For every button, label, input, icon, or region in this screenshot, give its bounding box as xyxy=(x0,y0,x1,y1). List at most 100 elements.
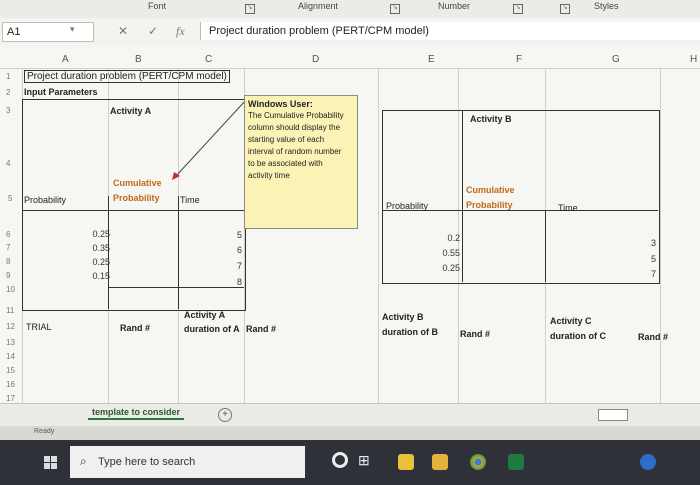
time-a-header[interactable]: Time xyxy=(180,195,200,205)
prob-a-4[interactable]: 0.15 xyxy=(60,271,110,281)
column-header-d[interactable]: D xyxy=(312,54,319,65)
activity-a-label[interactable]: Activity A xyxy=(110,106,151,116)
windows-start-icon[interactable] xyxy=(44,456,58,470)
chrome-icon[interactable] xyxy=(470,454,486,470)
enter-icon[interactable]: ✓ xyxy=(148,24,158,38)
help-icon[interactable] xyxy=(640,454,656,470)
activity-a-duration-header-2[interactable]: duration of A xyxy=(184,324,240,334)
horizontal-scrollbar[interactable] xyxy=(598,409,628,421)
comment-title: Windows User: xyxy=(248,99,313,109)
activity-c-duration-header[interactable]: Activity C xyxy=(550,316,592,326)
cortana-icon[interactable] xyxy=(332,452,348,468)
formula-input[interactable]: Project duration problem (PERT/CPM model… xyxy=(200,22,700,40)
row-header-14[interactable]: 14 xyxy=(6,352,15,361)
activity-a-duration-header[interactable]: Activity A xyxy=(184,310,225,320)
activity-b-duration-header-2[interactable]: duration of B xyxy=(382,327,438,337)
taskbar-search[interactable]: ⌕ Type here to search xyxy=(70,446,305,478)
cumulative-b-header-2[interactable]: Probability xyxy=(466,200,513,210)
task-view-icon[interactable]: ⊞ xyxy=(358,452,370,469)
rand-header-4[interactable]: Rand # xyxy=(638,332,668,342)
row-header-15[interactable]: 15 xyxy=(6,366,15,375)
name-box[interactable]: A1 xyxy=(2,22,94,42)
comment-arrow xyxy=(172,99,247,180)
rand-header-3[interactable]: Rand # xyxy=(460,329,490,339)
sheet-tab-bar: template to consider + Ready xyxy=(0,403,700,435)
probability-b-header[interactable]: Probability xyxy=(386,201,428,211)
title-cell[interactable]: Project duration problem (PERT/CPM model… xyxy=(24,70,230,83)
column-header-e[interactable]: E xyxy=(428,54,435,65)
row-header-13[interactable]: 13 xyxy=(6,338,15,347)
number-dialog-launcher-icon[interactable]: ↘ xyxy=(513,4,523,14)
row-header-5[interactable]: 5 xyxy=(8,194,12,203)
search-placeholder: Type here to search xyxy=(98,456,196,468)
prob-a-1[interactable]: 0.25 xyxy=(60,229,110,239)
time-a-1[interactable]: 5 xyxy=(200,230,242,240)
activity-c-duration-header-2[interactable]: duration of C xyxy=(550,331,606,341)
row-header-9[interactable]: 9 xyxy=(6,271,10,280)
prob-b-1[interactable]: 0.2 xyxy=(410,233,460,243)
excel-icon[interactable] xyxy=(508,454,524,470)
alignment-dialog-launcher-icon[interactable]: ↘ xyxy=(390,4,400,14)
column-header-b[interactable]: B xyxy=(135,54,142,65)
column-header-a[interactable]: A xyxy=(62,54,69,65)
column-header-g[interactable]: G xyxy=(612,54,620,65)
row-header-4[interactable]: 4 xyxy=(6,159,10,168)
ribbon: Font ↘ Alignment ↘ Number ↘ ↘ Styles xyxy=(0,0,700,19)
time-b-header[interactable]: Time xyxy=(558,203,578,213)
comment-line-1: The Cumulative Probability xyxy=(248,111,344,120)
row-header-1[interactable]: 1 xyxy=(6,72,10,81)
cumulative-b-header[interactable]: Cumulative xyxy=(466,185,515,195)
ribbon-font-label: Font xyxy=(148,1,167,11)
activity-b-duration-header[interactable]: Activity B xyxy=(382,312,424,322)
activity-b-label[interactable]: Activity B xyxy=(470,114,512,124)
cumulative-a-header[interactable]: Cumulative xyxy=(113,178,162,188)
row-header-10[interactable]: 10 xyxy=(6,285,15,294)
comment-line-4: interval of random number xyxy=(248,147,342,156)
row-header-11[interactable]: 11 xyxy=(6,306,14,315)
time-a-3[interactable]: 7 xyxy=(200,261,242,271)
ribbon-number-label: Number xyxy=(438,1,471,11)
comment-line-3: starting value of each xyxy=(248,135,325,144)
cumulative-a-header-2[interactable]: Probability xyxy=(113,193,160,203)
column-header-c[interactable]: C xyxy=(205,54,212,65)
input-parameters-label[interactable]: Input Parameters xyxy=(24,87,98,97)
row-header-6[interactable]: 6 xyxy=(6,230,10,239)
name-box-dropdown-icon[interactable]: ▾ xyxy=(70,24,75,35)
trial-header[interactable]: TRIAL xyxy=(26,322,52,332)
worksheet-grid[interactable]: A B C D E F G H 1 2 3 4 5 6 7 8 9 10 11 … xyxy=(0,46,700,426)
time-b-3[interactable]: 7 xyxy=(610,269,656,279)
search-icon: ⌕ xyxy=(80,454,87,468)
cancel-icon[interactable]: ✕ xyxy=(118,24,128,38)
row-header-3[interactable]: 3 xyxy=(6,106,10,115)
font-dialog-launcher-icon[interactable]: ↘ xyxy=(245,4,255,14)
time-a-4[interactable]: 8 xyxy=(200,277,242,287)
probability-a-header[interactable]: Probability xyxy=(24,195,66,205)
file-explorer-icon[interactable] xyxy=(432,454,448,470)
column-header-h[interactable]: H xyxy=(690,54,697,65)
store-icon[interactable] xyxy=(398,454,414,470)
styles-dialog-launcher-icon[interactable]: ↘ xyxy=(560,4,570,14)
comment-box[interactable]: Windows User: The Cumulative Probability… xyxy=(244,95,358,229)
taskbar: ⌕ Type here to search ⊞ xyxy=(0,440,700,485)
prob-b-2[interactable]: 0.55 xyxy=(410,248,460,258)
comment-line-6: activity time xyxy=(248,171,290,180)
row-header-17[interactable]: 17 xyxy=(6,394,15,403)
rand-header-1[interactable]: Rand # xyxy=(120,323,150,333)
time-b-1[interactable]: 3 xyxy=(610,238,656,248)
time-a-2[interactable]: 6 xyxy=(200,245,242,255)
time-b-2[interactable]: 5 xyxy=(610,254,656,264)
status-text: Ready xyxy=(34,428,55,435)
insert-function-icon[interactable]: fx xyxy=(176,24,185,39)
prob-b-3[interactable]: 0.25 xyxy=(410,263,460,273)
prob-a-3[interactable]: 0.25 xyxy=(60,257,110,267)
sheet-tab[interactable]: template to consider xyxy=(88,406,185,420)
prob-a-2[interactable]: 0.35 xyxy=(60,243,110,253)
column-header-f[interactable]: F xyxy=(516,54,522,65)
add-sheet-icon[interactable]: + xyxy=(218,408,232,422)
rand-header-2[interactable]: Rand # xyxy=(246,324,276,334)
row-header-7[interactable]: 7 xyxy=(6,243,10,252)
row-header-2[interactable]: 2 xyxy=(6,88,10,97)
row-header-8[interactable]: 8 xyxy=(6,257,10,266)
row-header-16[interactable]: 16 xyxy=(6,380,15,389)
row-header-12[interactable]: 12 xyxy=(6,322,15,331)
